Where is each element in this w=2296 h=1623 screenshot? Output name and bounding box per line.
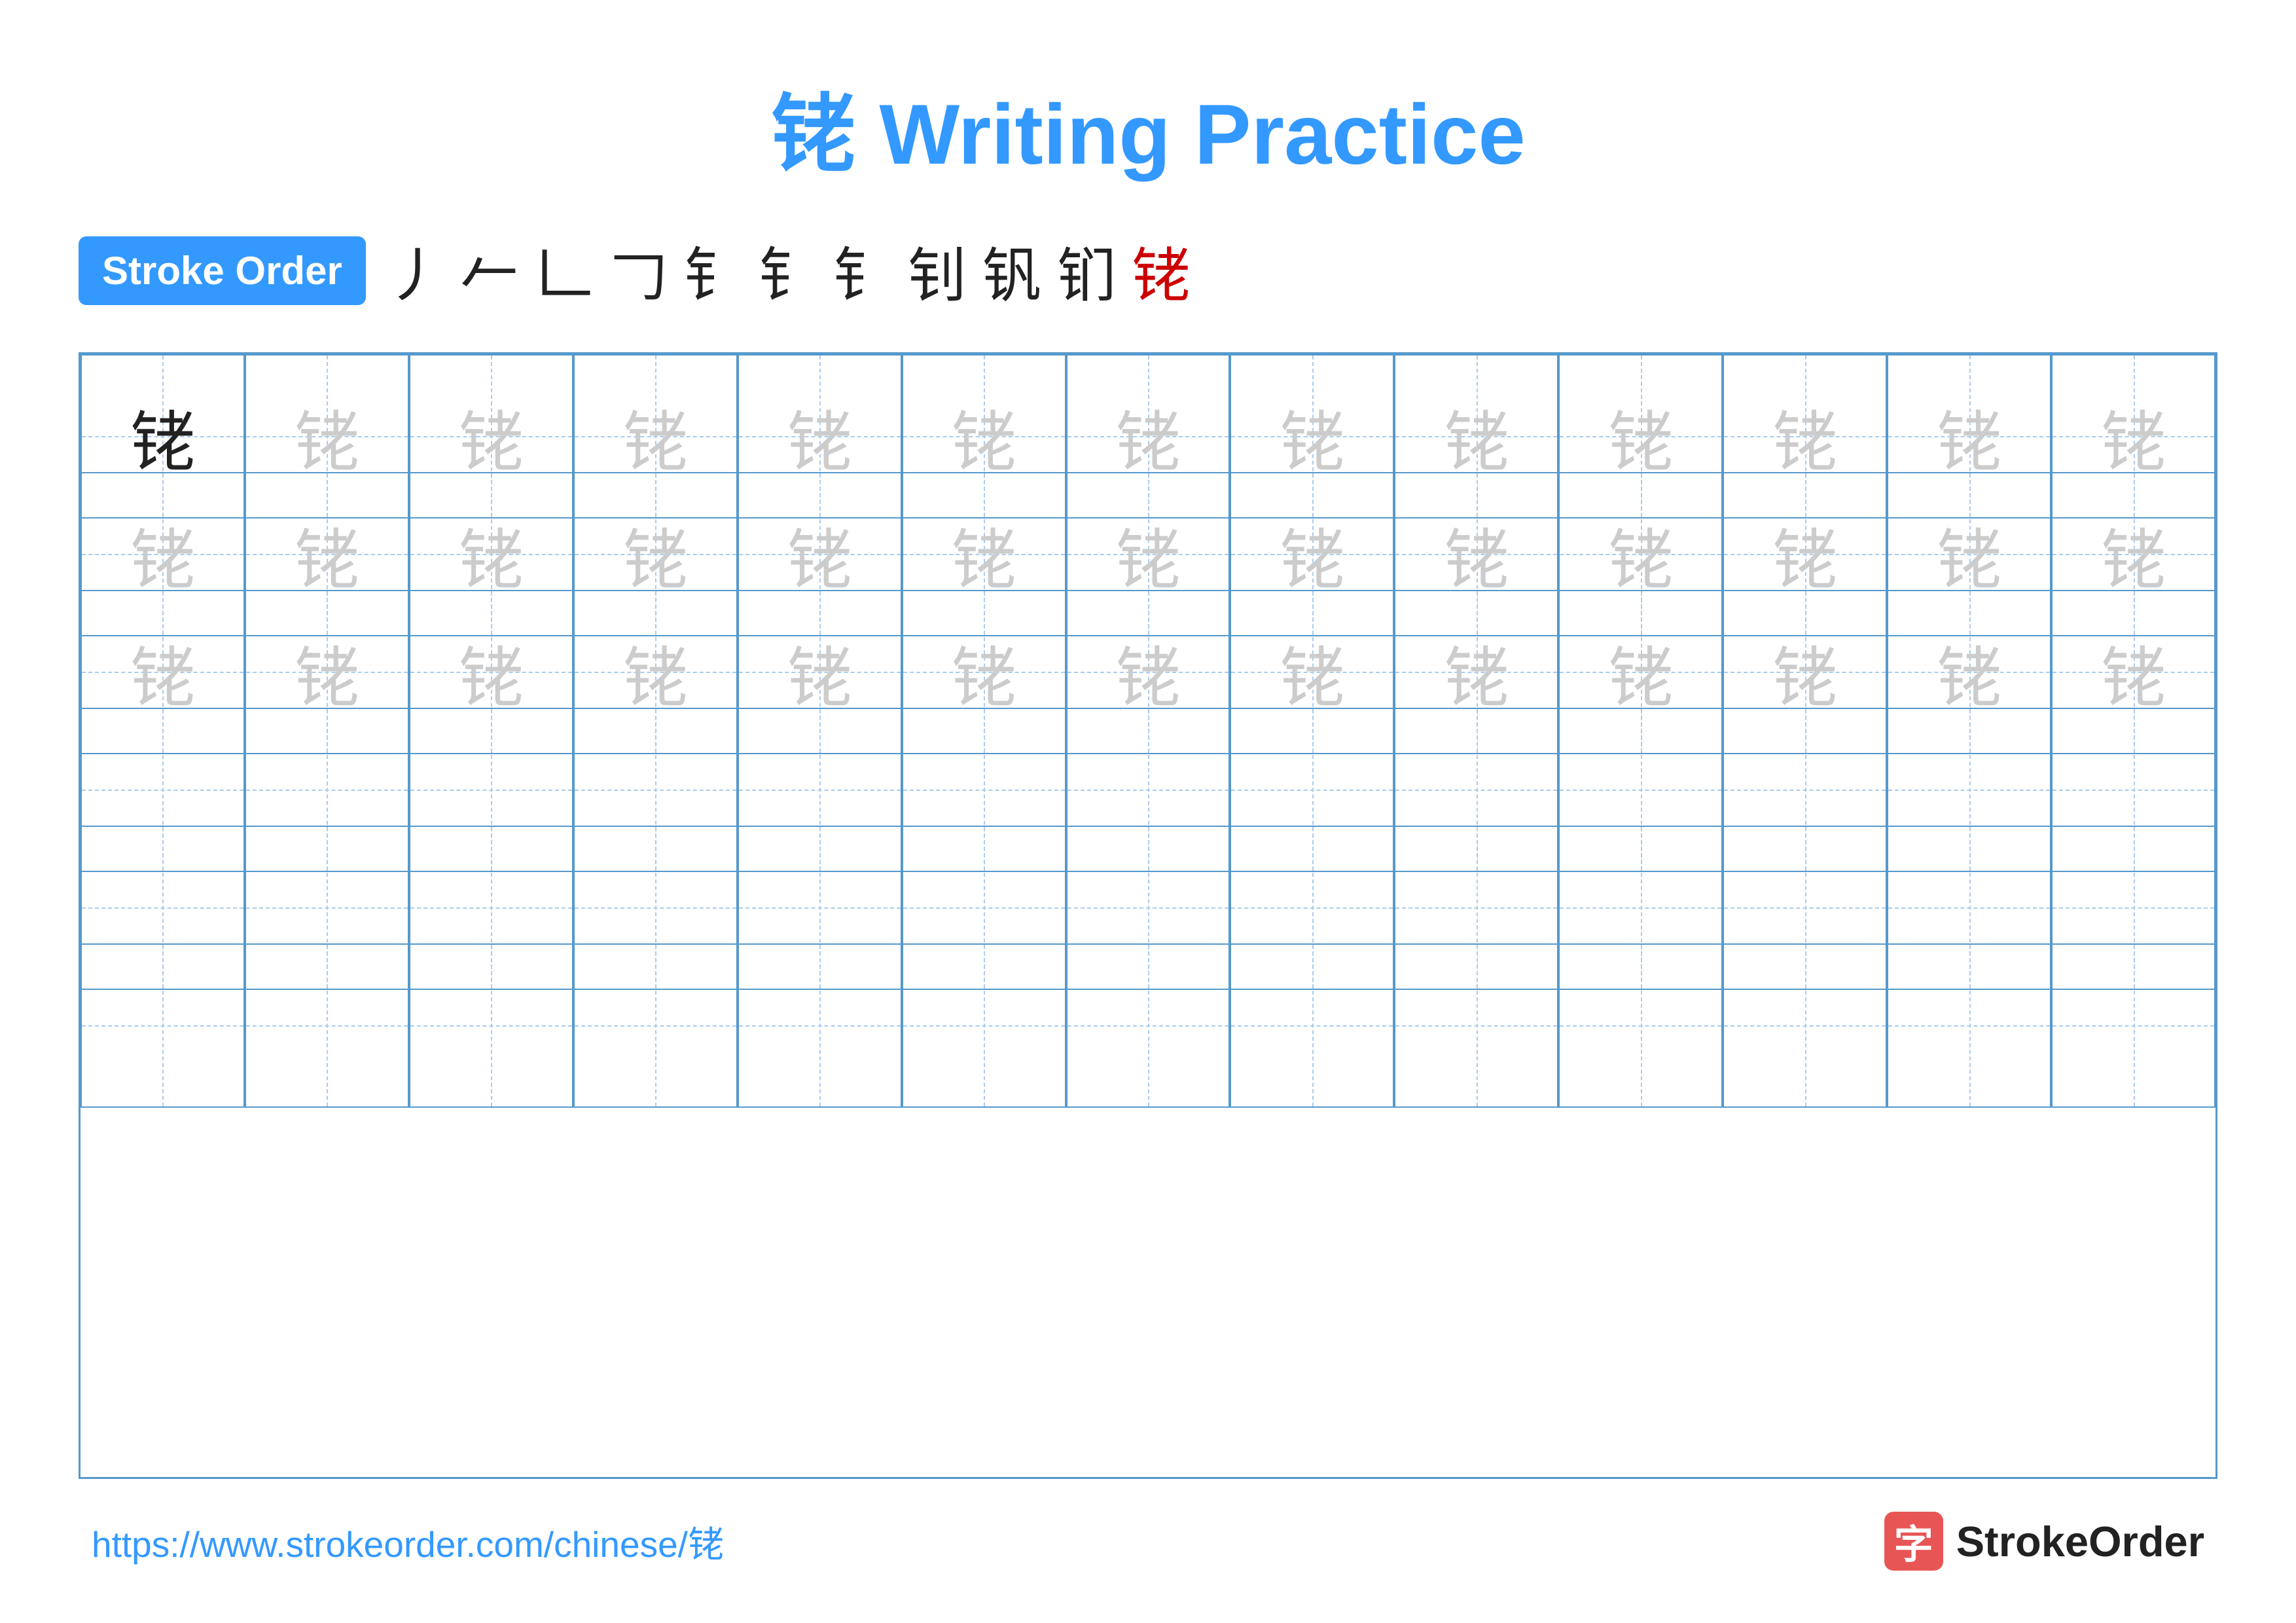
stroke-3: 𠃊: [535, 228, 594, 313]
grid-cell[interactable]: [1723, 943, 1887, 1108]
stroke-10: 钔: [1057, 228, 1116, 313]
stroke-order-badge: Stroke Order: [79, 236, 366, 305]
grid-cell[interactable]: [1887, 943, 2051, 1108]
stroke-7: 钅: [833, 228, 892, 313]
grid-cell[interactable]: [1066, 943, 1230, 1108]
page-title: 铑 Writing Practice: [770, 65, 1525, 189]
footer-url: https://www.strokeorder.com/chinese/铑: [92, 1515, 724, 1567]
grid-cell[interactable]: [573, 943, 738, 1108]
stroke-1: 丿: [386, 228, 444, 313]
brand-icon: 字: [1884, 1512, 1943, 1571]
stroke-6: 钅: [759, 228, 817, 313]
stroke-11: 铑: [1132, 228, 1191, 313]
grid-cell[interactable]: [902, 943, 1066, 1108]
grid-cell[interactable]: [1394, 943, 1558, 1108]
grid-cell[interactable]: [2051, 943, 2215, 1108]
stroke-4: 𠃌: [609, 228, 668, 313]
footer: https://www.strokeorder.com/chinese/铑 字 …: [79, 1512, 2217, 1571]
stroke-8: 钊: [908, 228, 967, 313]
grid-cell[interactable]: [409, 943, 573, 1108]
footer-brand: 字 StrokeOrder: [1884, 1512, 2204, 1571]
grid-cell[interactable]: [738, 943, 902, 1108]
brand-name: StrokeOrder: [1956, 1517, 2204, 1566]
grid-cell[interactable]: [245, 943, 409, 1108]
grid-cell[interactable]: [1558, 943, 1723, 1108]
stroke-sequence: 丿 𠂉 𠃊 𠃌 钅 钅 钅 钊 钒 钔 铑: [386, 228, 1191, 313]
practice-grid: 铑铑铑铑铑铑铑铑铑铑铑铑铑铑铑铑铑铑铑铑铑铑铑铑铑铑铑铑铑铑铑铑铑铑铑铑铑铑铑: [79, 352, 2217, 1479]
stroke-5: 钅: [684, 228, 743, 313]
stroke-order-row: Stroke Order 丿 𠂉 𠃊 𠃌 钅 钅 钅 钊 钒 钔 铑: [79, 228, 2217, 313]
stroke-9: 钒: [982, 228, 1041, 313]
stroke-2: 𠂉: [460, 228, 519, 313]
grid-cell[interactable]: [1230, 943, 1394, 1108]
page: 铑 Writing Practice Stroke Order 丿 𠂉 𠃊 𠃌 …: [0, 0, 2296, 1623]
grid-cell[interactable]: [81, 943, 245, 1108]
